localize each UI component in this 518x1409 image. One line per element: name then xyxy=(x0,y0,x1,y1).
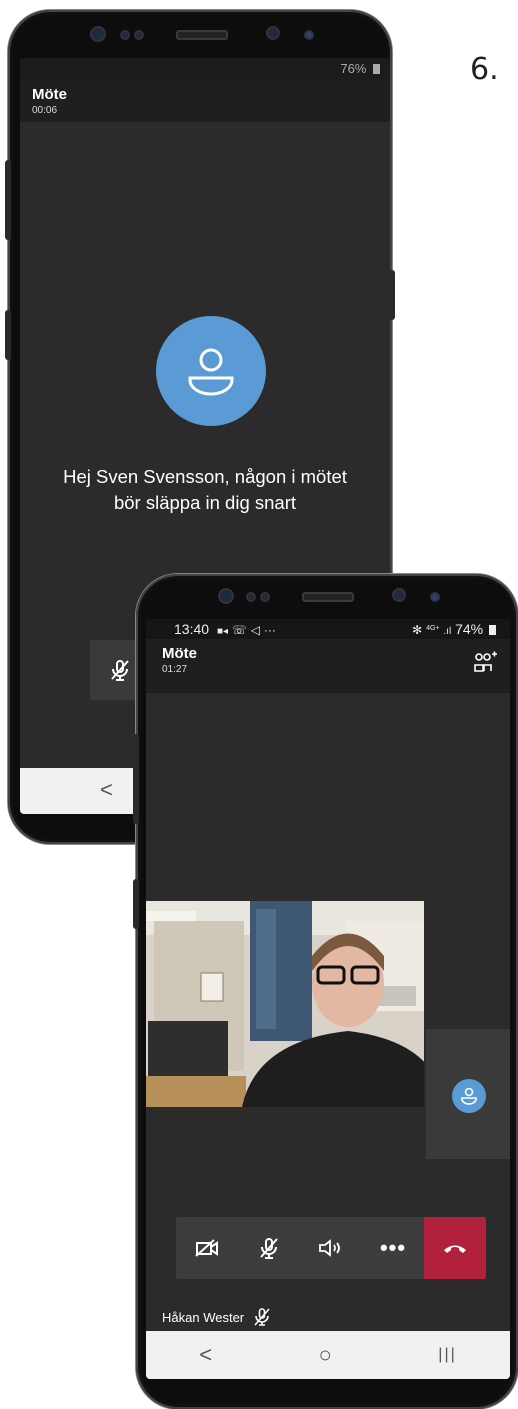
status-bar: 76% xyxy=(20,58,390,80)
sensor-dot xyxy=(134,30,144,40)
call-controls: ••• xyxy=(176,1217,486,1279)
self-video-tile[interactable] xyxy=(426,1029,510,1159)
nav-back-button[interactable]: < xyxy=(100,777,113,803)
signal-icon: .ıl xyxy=(443,626,452,637)
camera-lens xyxy=(90,26,106,42)
sensor-dot xyxy=(430,592,440,602)
video-status-icon: ■◂ xyxy=(216,626,228,637)
mute-button[interactable] xyxy=(238,1217,300,1279)
speaker-button[interactable] xyxy=(300,1217,362,1279)
user-avatar xyxy=(156,316,266,426)
add-people-icon[interactable] xyxy=(472,651,498,675)
remote-video xyxy=(146,901,446,1107)
status-left: 13:40 ■◂ ☏ ◁ ··· xyxy=(174,619,276,639)
meeting-header: Möte 01:27 xyxy=(146,639,510,693)
sensor-dot xyxy=(120,30,130,40)
nav-back-button[interactable]: < xyxy=(199,1342,212,1368)
participant-label: Håkan Wester xyxy=(162,1307,272,1327)
lobby-message-line: bör släppa in dig snart xyxy=(113,492,297,513)
battery-icon xyxy=(489,625,496,635)
navigation-bar: < ○ ||| xyxy=(146,1331,510,1379)
volume-button xyxy=(133,734,139,824)
self-avatar xyxy=(452,1079,486,1113)
front-camera xyxy=(392,588,406,602)
bluetooth-icon: ✻ xyxy=(412,623,423,637)
screen: 13:40 ■◂ ☏ ◁ ··· ✻ 4G+ .ıl 74% Möte 01:2… xyxy=(146,619,510,1379)
status-right: ✻ 4G+ .ıl 74% xyxy=(412,619,496,639)
mic-off-icon xyxy=(111,660,129,681)
mic-off-icon xyxy=(254,1308,270,1326)
nav-recents-button[interactable]: ||| xyxy=(438,1346,456,1364)
sensor-dot xyxy=(260,592,270,602)
person-icon xyxy=(188,348,234,396)
sensor-dot xyxy=(304,30,314,40)
sensor-bar xyxy=(136,574,518,622)
hang-up-icon xyxy=(444,1245,466,1253)
status-bar: 13:40 ■◂ ☏ ◁ ··· ✻ 4G+ .ıl 74% xyxy=(146,619,510,639)
lobby-message-line: Hej Sven Svensson, någon i mötet xyxy=(63,466,347,487)
hang-up-button[interactable] xyxy=(424,1217,486,1279)
front-camera xyxy=(266,26,280,40)
lobby-message: Hej Sven Svensson, någon i mötet bör slä… xyxy=(20,464,390,516)
earpiece-speaker xyxy=(302,592,354,602)
camera-lens xyxy=(218,588,234,604)
sensor-dot xyxy=(246,592,256,602)
speaker-icon xyxy=(319,1239,340,1257)
meeting-title: Möte xyxy=(32,86,67,103)
clock: 13:40 xyxy=(174,621,210,637)
meeting-title: Möte xyxy=(162,645,197,662)
network-type: 4G+ xyxy=(426,625,440,632)
bixby-button xyxy=(5,310,11,360)
meeting-header: Möte 00:06 xyxy=(20,80,390,122)
phone-call: 13:40 ■◂ ☏ ◁ ··· ✻ 4G+ .ıl 74% Möte 01:2… xyxy=(133,574,518,1409)
video-frame xyxy=(146,901,446,1107)
mic-off-icon xyxy=(260,1238,278,1259)
volume-status-icon: ◁ xyxy=(250,623,261,637)
call-status-icon: ☏ xyxy=(231,623,247,637)
meeting-duration: 01:27 xyxy=(162,664,188,675)
battery-level: 74% xyxy=(455,621,484,637)
camera-off-icon xyxy=(195,1239,218,1257)
meeting-duration: 00:06 xyxy=(32,105,58,116)
step-number: 6. xyxy=(470,52,499,87)
bixby-button xyxy=(133,879,139,929)
person-icon xyxy=(461,1087,477,1105)
camera-toggle-button[interactable] xyxy=(176,1217,238,1279)
battery-level: 76% xyxy=(340,61,367,76)
participant-name: Håkan Wester xyxy=(162,1309,245,1325)
nav-home-button[interactable]: ○ xyxy=(319,1342,332,1368)
more-icon: ••• xyxy=(379,1235,407,1260)
sensor-bar xyxy=(8,10,392,58)
more-notifications-icon: ··· xyxy=(263,623,276,637)
volume-button xyxy=(5,160,11,240)
more-options-button[interactable]: ••• xyxy=(362,1217,424,1279)
battery-icon xyxy=(373,64,380,74)
earpiece-speaker xyxy=(176,30,228,40)
